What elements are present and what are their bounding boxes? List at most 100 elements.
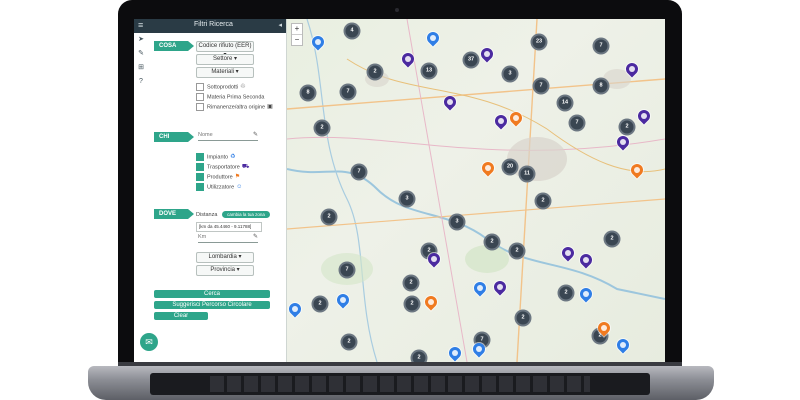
marker-cluster[interactable]: 13 [420,62,438,80]
marker-cluster[interactable]: 2 [313,119,331,137]
edit-icon[interactable]: ✎ [134,47,148,61]
marker-glyph-icon [476,346,482,352]
search-button[interactable]: Cerca [154,290,270,298]
checkbox-box[interactable] [196,173,204,181]
zoom-in-button[interactable]: + [292,24,302,35]
marker-cluster[interactable]: 7 [350,163,368,181]
marker-cluster[interactable]: 37 [462,51,480,69]
truck-icon: ⛟ [241,164,250,171]
checkbox-trasportatore[interactable]: Trasportatore ⛟ [196,163,249,171]
checkbox-box[interactable] [196,93,204,101]
checkbox-impianto[interactable]: Impianto ♻ [196,153,236,161]
marker-glyph-icon [452,350,458,356]
marker-glyph-icon [315,39,321,45]
clear-button[interactable]: Clear [154,312,208,320]
checkbox-mps[interactable]: Materia Prima Seconda [196,93,264,101]
checkbox-label: Utilizzatore [207,184,235,191]
marker-cluster[interactable]: 7 [568,114,586,132]
marker-glyph-icon [601,325,607,331]
sidebar-icon-column: ➤ ✎ ⊞ ? [134,33,148,89]
marker-cluster[interactable]: 20 [501,158,519,176]
province-dropdown[interactable]: Provincia ▾ [196,265,254,276]
coordinates-display: [km da 45.4460 - 9.11788] [196,222,262,232]
marker-cluster[interactable]: 7 [339,83,357,101]
name-input[interactable]: Nome ✎ [198,131,258,141]
checkbox-label: Materia Prima Seconda [207,94,265,101]
change-zone-button[interactable]: cambia la tua zona [222,211,270,218]
marker-glyph-icon [485,165,491,171]
marker-cluster[interactable]: 2 [403,295,421,313]
marker-cluster[interactable]: 3 [398,190,416,208]
checkbox-utilizzatore[interactable]: Utilizzatore ☺ [196,183,242,191]
marker-glyph-icon [565,250,571,256]
marker-cluster[interactable]: 2 [402,274,420,292]
marker-cluster[interactable]: 4 [343,22,361,40]
checkbox-sottoprodotti[interactable]: Sottoprodotti ♲ [196,83,246,91]
marker-cluster[interactable]: 3 [448,213,466,231]
checkbox-box[interactable] [196,183,204,191]
checkbox-box[interactable] [196,153,204,161]
marker-cluster[interactable]: 3 [501,65,519,83]
marker-cluster[interactable]: 8 [299,84,317,102]
marker-cluster[interactable]: 2 [320,208,338,226]
marker-glyph-icon [583,257,589,263]
checkbox-box[interactable] [196,163,204,171]
menu-icon[interactable]: ≡ [138,20,143,30]
marker-cluster[interactable]: 2 [514,309,532,327]
checkbox-box[interactable] [196,103,204,111]
marker-cluster[interactable]: 2 [603,230,621,248]
marker-cluster[interactable]: 2 [366,63,384,81]
eer-code-dropdown[interactable]: Codice rifiuto (EER) ▾ [196,41,254,58]
marker-cluster[interactable]: 2 [311,295,329,313]
marker-glyph-icon [477,285,483,291]
marker-cluster[interactable]: 7 [338,261,356,279]
marker-cluster[interactable]: 2 [410,349,428,362]
marker-glyph-icon [431,256,437,262]
checkbox-produttore[interactable]: Produttore ⚑ [196,173,240,181]
marker-glyph-icon [497,284,503,290]
materials-dropdown[interactable]: Materiali ▾ [196,67,254,78]
marker-glyph-icon [513,115,519,121]
cart-icon[interactable]: ⊞ [134,61,148,75]
marker-cluster[interactable]: 7 [532,77,550,95]
marker-cluster[interactable]: 23 [530,33,548,51]
marker-glyph-icon [430,35,436,41]
marker-cluster[interactable]: 2 [557,284,575,302]
zoom-control: + − [291,23,303,46]
recycle-icon: ♻ [230,154,236,161]
marker-glyph-icon [583,291,589,297]
marker-cluster[interactable]: 2 [340,333,358,351]
km-input[interactable]: Km ✎ [198,233,258,243]
suggest-route-button[interactable]: Suggerisci Percorso Circolare [154,301,270,309]
checkbox-rimanenze[interactable]: Rimanenze/altra origine ▣ [196,103,273,111]
sector-dropdown[interactable]: Settore ▾ [196,54,254,65]
marker-glyph-icon [447,99,453,105]
marker-cluster[interactable]: 2 [508,242,526,260]
marker-glyph-icon [292,306,298,312]
box-icon: ▣ [267,104,273,111]
region-dropdown[interactable]: Lombardia ▾ [196,252,254,263]
zoom-out-button[interactable]: − [292,35,302,45]
name-placeholder: Nome [198,132,213,138]
marker-cluster[interactable]: 11 [518,165,536,183]
marker-cluster[interactable]: 2 [483,233,501,251]
user-icon: ☺ [236,184,243,191]
collapse-icon[interactable]: ◂ [278,21,282,29]
marker-cluster[interactable]: 2 [618,118,636,136]
marker-cluster[interactable]: 14 [556,94,574,112]
checkbox-label: Produttore [207,174,233,181]
keyboard-keys [210,376,590,392]
mail-button[interactable]: ✉ [140,333,158,351]
marker-glyph-icon [428,299,434,305]
map-view[interactable]: + − 4 8 2 13 3 7 37 23 7 8 7 14 7 2 20 11 2 7 3 2 3 2 2 2 2 2 7 2 2 2… [287,19,665,362]
marker-cluster[interactable]: 7 [592,37,610,55]
help-icon[interactable]: ? [134,75,148,89]
checkbox-label: Impianto [207,154,229,161]
navigate-icon[interactable]: ➤ [134,33,148,47]
marker-glyph-icon [620,342,626,348]
checkbox-box[interactable] [196,83,204,91]
pencil-icon: ✎ [252,132,258,138]
marker-cluster[interactable]: 8 [592,77,610,95]
marker-glyph-icon [484,51,490,57]
marker-cluster[interactable]: 2 [534,192,552,210]
